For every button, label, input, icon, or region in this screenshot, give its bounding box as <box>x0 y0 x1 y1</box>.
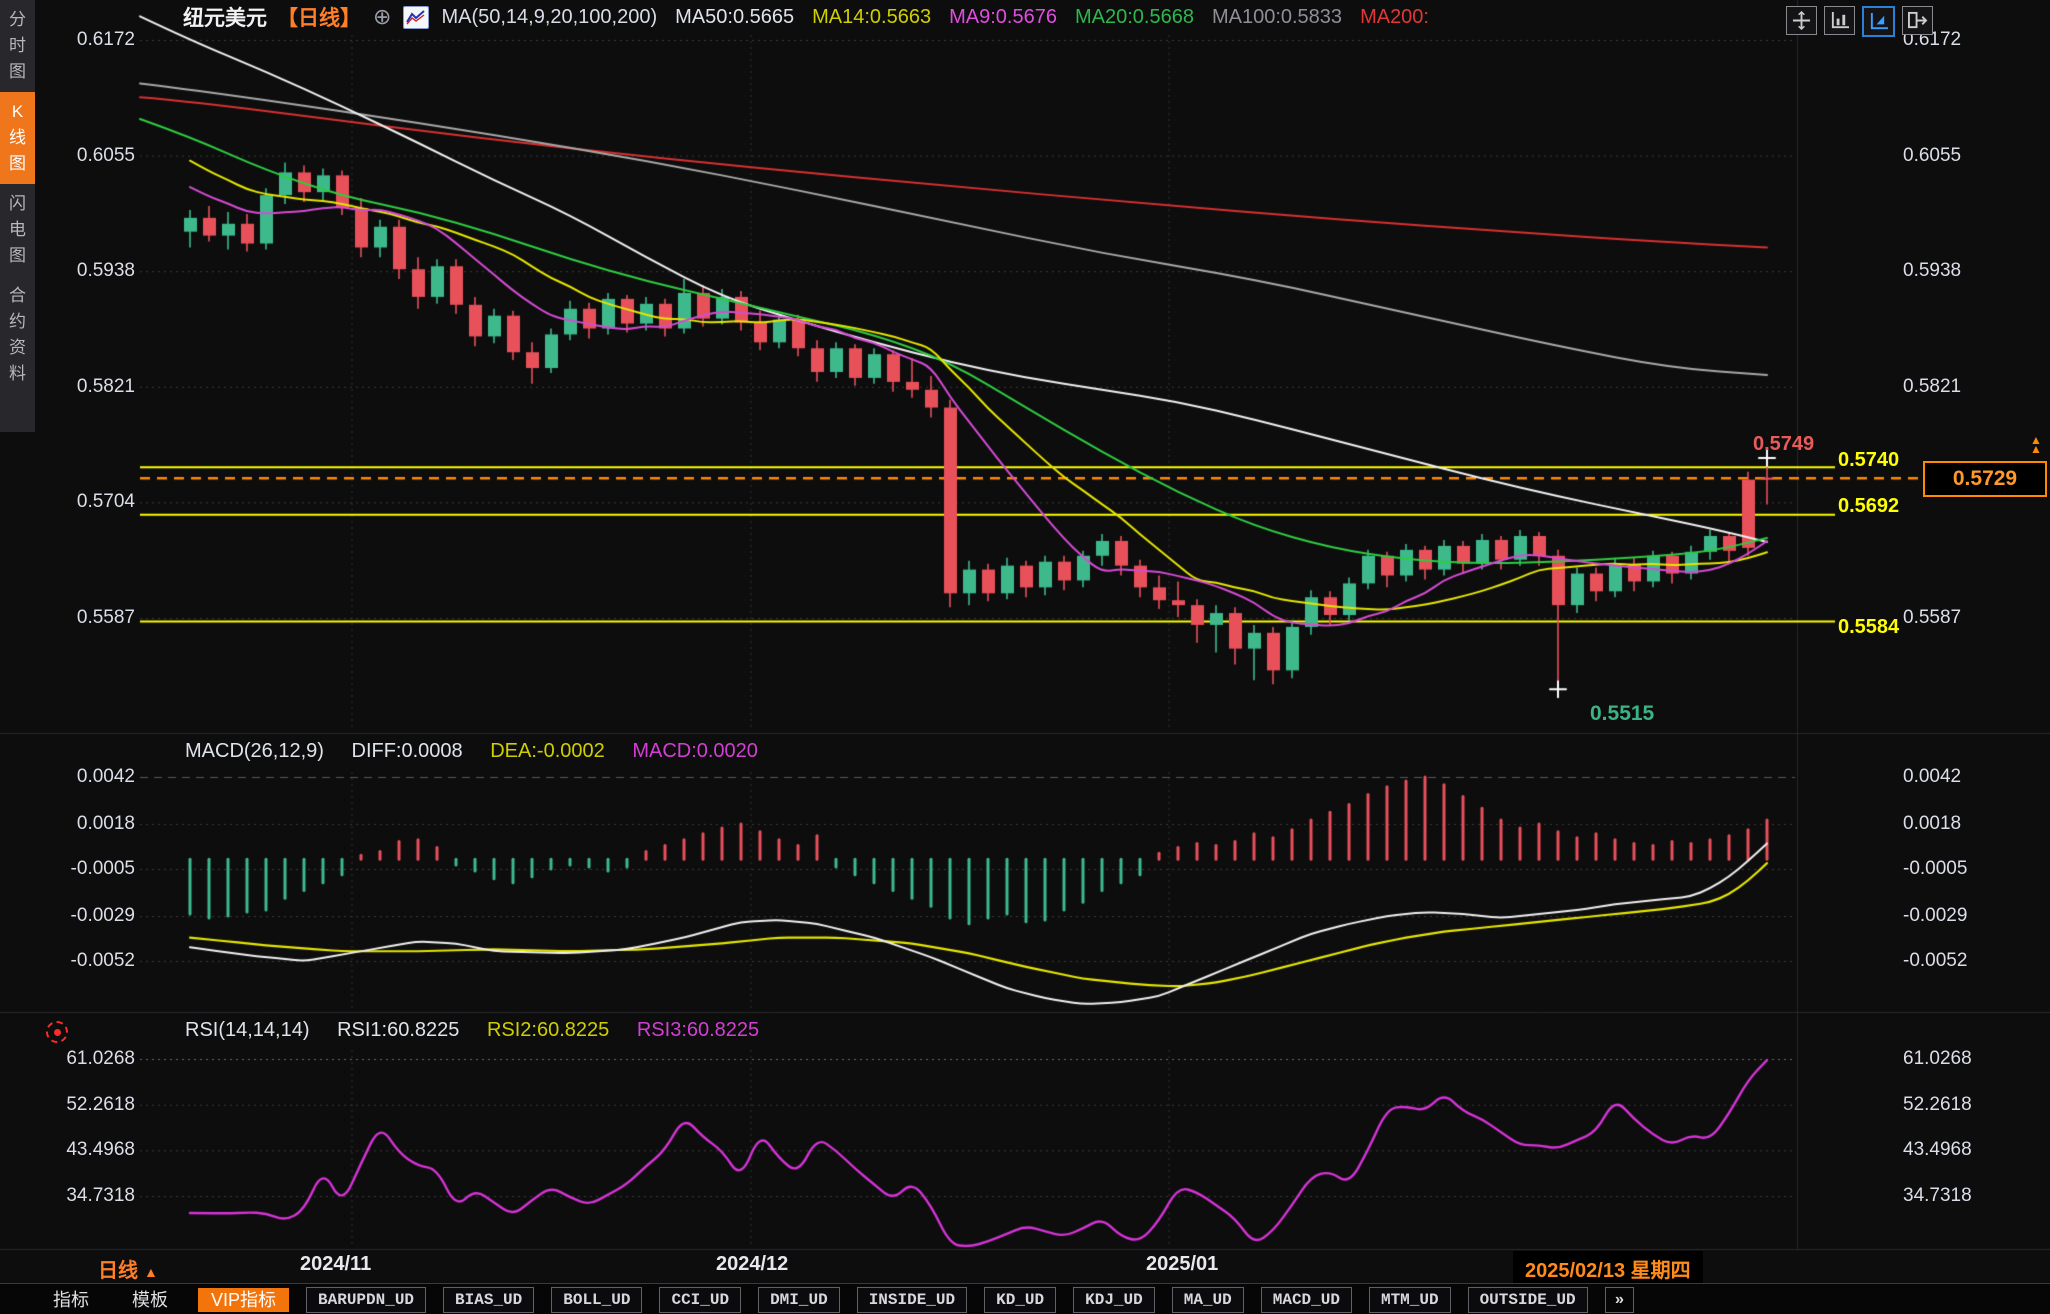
tab-more-tabs[interactable]: » <box>1605 1287 1635 1313</box>
price-axis-label: 0.6055 <box>35 145 135 167</box>
rsi3-value: RSI3:60.8225 <box>637 1019 759 1041</box>
axis-scale-icon[interactable] <box>1824 6 1855 35</box>
rsi-axis-label: 52.2618 <box>1903 1094 1972 1116</box>
price-axis-label: 0.6172 <box>35 29 135 51</box>
rsi-axis-label: 61.0268 <box>35 1048 135 1070</box>
high-price-label: 0.5749 <box>1753 433 1814 456</box>
add-indicator-icon[interactable]: ⊕ <box>373 4 391 30</box>
tab-templates[interactable]: 模板 <box>119 1288 181 1312</box>
tab-inside-ud[interactable]: INSIDE_UD <box>857 1287 967 1313</box>
rsi-axis-label: 43.4968 <box>35 1139 135 1161</box>
tab-kdj-ud[interactable]: KDJ_UD <box>1073 1287 1155 1313</box>
macd-axis-label: -0.0029 <box>35 905 135 927</box>
tab-outside-ud[interactable]: OUTSIDE_UD <box>1468 1287 1588 1313</box>
macd-axis-label: 0.0018 <box>1903 813 1961 835</box>
price-marker-arrows-icon: ▲▲ <box>2030 436 2042 454</box>
ma-value-label: MA9:0.5676 <box>949 6 1057 28</box>
sidebar: 分时图K线图闪电图合约资料 <box>0 0 35 432</box>
rsi-axis-label: 34.7318 <box>35 1185 135 1207</box>
current-date-label: 2025/02/13 星期四 <box>1513 1251 1703 1286</box>
tab-kd-ud[interactable]: KD_UD <box>984 1287 1056 1313</box>
resistance1-label: 0.5740 <box>1838 449 1899 472</box>
chart-canvas[interactable] <box>0 0 2050 1314</box>
date-axis-label: 2025/01 <box>1146 1253 1218 1276</box>
tab-boll-ud[interactable]: BOLL_UD <box>551 1287 642 1313</box>
tab-ma-ud[interactable]: MA_UD <box>1172 1287 1244 1313</box>
mini-chart-icon[interactable] <box>403 6 429 29</box>
ma-value-label: MA50:0.5665 <box>675 6 794 28</box>
tab-mtm-ud[interactable]: MTM_UD <box>1369 1287 1451 1313</box>
support-label: 0.5584 <box>1838 616 1899 639</box>
macd-axis-label: -0.0005 <box>1903 858 1967 880</box>
tab-macd-ud[interactable]: MACD_UD <box>1261 1287 1352 1313</box>
macd-axis-label: -0.0005 <box>35 858 135 880</box>
rsi-title: RSI(14,14,14) <box>185 1019 310 1041</box>
price-axis-label: 0.5938 <box>1903 260 1961 282</box>
macd-axis-label: 0.0042 <box>1903 766 1961 788</box>
rsi-axis-label: 61.0268 <box>1903 1048 1972 1070</box>
current-price-box: 0.5729 <box>1923 461 2047 497</box>
price-axis-label: 0.5821 <box>1903 376 1961 398</box>
period-up-arrow-icon: ▲ <box>144 1264 158 1280</box>
macd-axis-label: 0.0042 <box>35 766 135 788</box>
macd-title: MACD(26,12,9) <box>185 740 324 762</box>
macd-header: MACD(26,12,9) DIFF:0.0008 DEA:-0.0002 MA… <box>185 740 780 763</box>
date-axis-label: 2024/12 <box>716 1253 788 1276</box>
chart-header: 纽元美元 【日线】 ⊕ MA(50,14,9,20,100,200) MA50:… <box>183 3 1429 31</box>
ma-value-label: MA14:0.5663 <box>812 6 931 28</box>
macd-dea-value: DEA:-0.0002 <box>490 740 605 762</box>
tab-cci-ud[interactable]: CCI_UD <box>659 1287 741 1313</box>
macd-axis-label: 0.0018 <box>35 813 135 835</box>
resistance2-label: 0.5692 <box>1838 495 1899 518</box>
right-scale-icon[interactable] <box>1902 6 1933 35</box>
rsi-axis-label: 52.2618 <box>35 1094 135 1116</box>
tab-indicators[interactable]: 指标 <box>40 1288 102 1312</box>
rsi-axis-label: 34.7318 <box>1903 1185 1972 1207</box>
price-axis-label: 0.5704 <box>35 491 135 513</box>
tab-vip-indicators[interactable]: VIP指标 <box>198 1288 289 1312</box>
rsi-header: RSI(14,14,14) RSI1:60.8225 RSI2:60.8225 … <box>185 1019 781 1042</box>
tab-bias-ud[interactable]: BIAS_UD <box>443 1287 534 1313</box>
macd-axis-label: -0.0029 <box>1903 905 1967 927</box>
sidebar-item-contract-info[interactable]: 合约资料 <box>0 276 35 394</box>
macd-axis-label: -0.0052 <box>35 950 135 972</box>
ma-values: MA50:0.5665 MA14:0.5663 MA9:0.5676 MA20:0.5… <box>657 6 1429 29</box>
price-axis-label: 0.6055 <box>1903 145 1961 167</box>
price-axis-label: 0.5587 <box>1903 607 1961 629</box>
rsi1-value: RSI1:60.8225 <box>337 1019 459 1041</box>
price-axis-label: 0.5587 <box>35 607 135 629</box>
rsi2-value: RSI2:60.8225 <box>487 1019 609 1041</box>
period-selector[interactable]: 日线 ▲ <box>98 1254 158 1283</box>
record-dot-icon <box>46 1021 68 1043</box>
rsi-axis-label: 43.4968 <box>1903 1139 1972 1161</box>
macd-axis-label: -0.0052 <box>1903 950 1967 972</box>
sidebar-item-lightning-chart[interactable]: 闪电图 <box>0 184 35 276</box>
date-axis-label: 2024/11 <box>300 1253 371 1276</box>
ma-value-label: MA100:0.5833 <box>1212 6 1342 28</box>
chart-toolbar <box>1786 6 1933 37</box>
period-selector-label: 日线 <box>98 1260 138 1282</box>
ma-settings-label: MA(50,14,9,20,100,200) <box>441 6 657 29</box>
sidebar-item-time-chart[interactable]: 分时图 <box>0 0 35 92</box>
macd-diff-value: DIFF:0.0008 <box>352 740 463 762</box>
indicator-tabbar: 指标模板 VIP指标 BARUPDN_UD BIAS_UD BOLL_UD CCI_UD D… <box>0 1283 2050 1314</box>
pan-crosshair-icon[interactable] <box>1786 6 1817 35</box>
tab-barupdn-ud[interactable]: BARUPDN_UD <box>306 1287 426 1313</box>
price-axis-label: 0.5821 <box>35 376 135 398</box>
tab-dmi-ud[interactable]: DMI_UD <box>758 1287 840 1313</box>
app-window: 分时图K线图闪电图合约资料 纽元美元 【日线】 ⊕ MA(50,14,9,20,… <box>0 0 2050 1314</box>
symbol-title: 纽元美元 <box>183 2 267 32</box>
ma-value-label: MA200: <box>1360 6 1429 28</box>
price-axis-label: 0.5938 <box>35 260 135 282</box>
macd-macd-value: MACD:0.0020 <box>632 740 758 762</box>
period-tag: 【日线】 <box>277 2 361 32</box>
low-price-label: 0.5515 <box>1590 702 1654 726</box>
sidebar-item-candlestick-chart[interactable]: K线图 <box>0 92 35 184</box>
auto-scale-icon[interactable] <box>1862 6 1895 37</box>
ma-value-label: MA20:0.5668 <box>1075 6 1194 28</box>
